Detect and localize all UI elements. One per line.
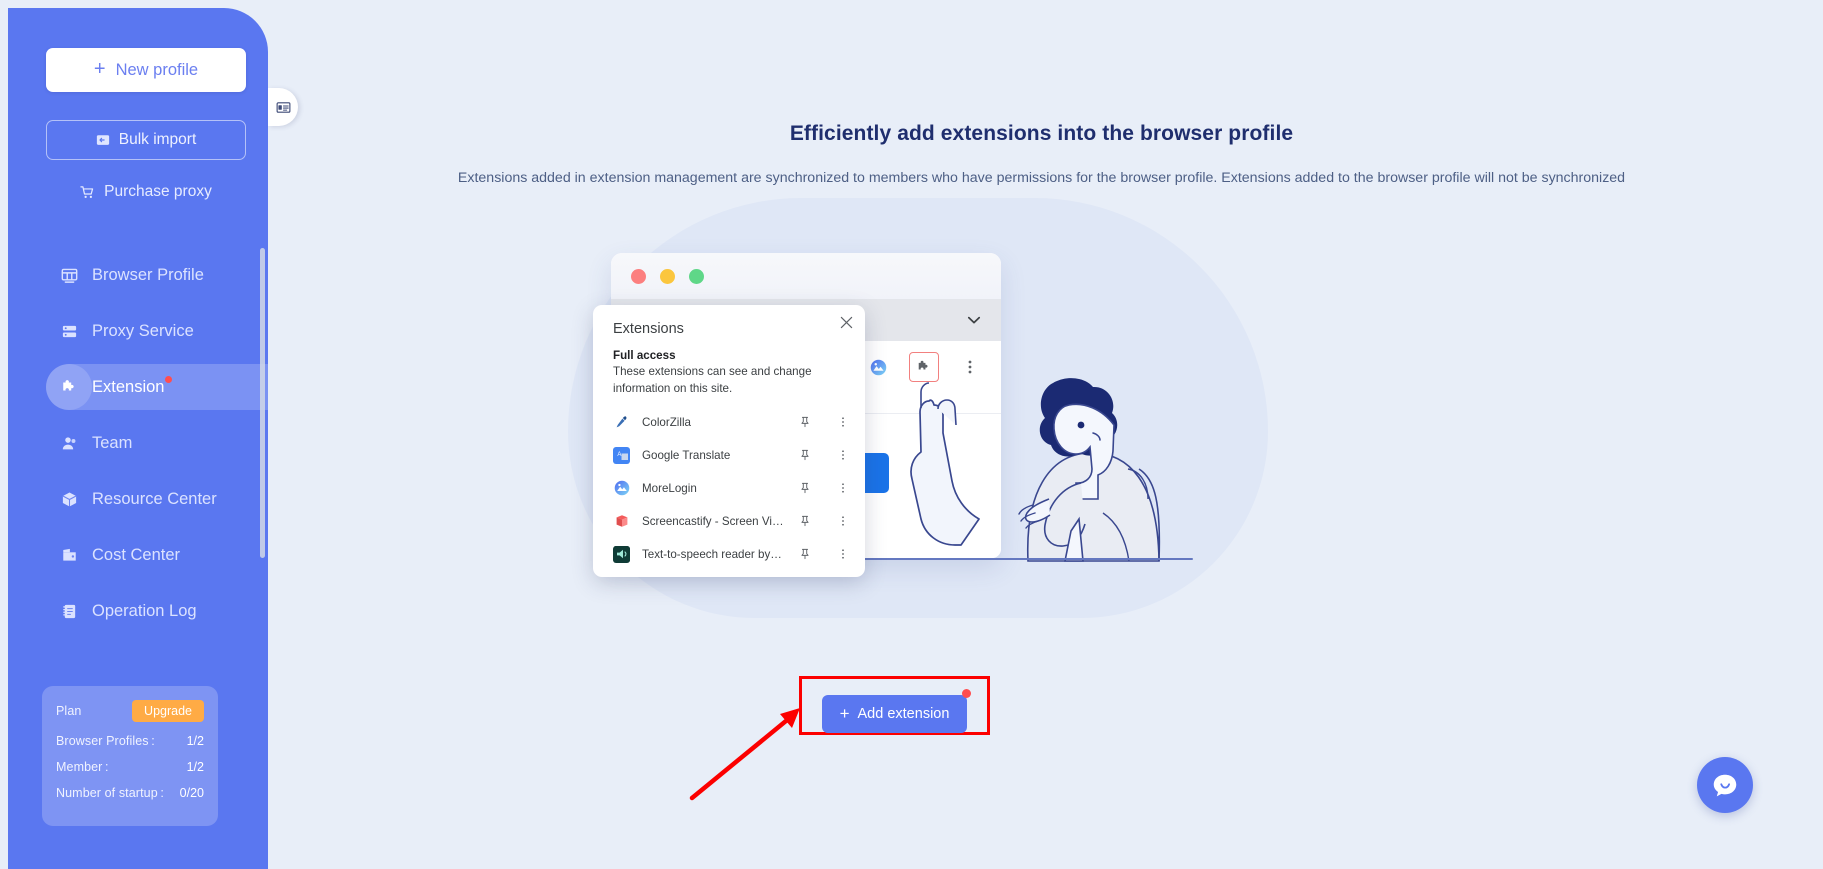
cube-icon: [46, 491, 92, 508]
extensions-popup-title: Extensions: [613, 321, 684, 337]
browser-titlebar: [611, 253, 1001, 299]
list-item[interactable]: A Google Translate: [593, 439, 865, 472]
chevron-down-icon[interactable]: [965, 311, 983, 329]
plan-row-browser-profiles: Browser Profiles : 1/2: [56, 734, 204, 748]
list-item[interactable]: ColorZilla: [593, 406, 865, 439]
pin-icon[interactable]: [797, 449, 813, 461]
upgrade-button[interactable]: Upgrade: [132, 700, 204, 723]
wallet-icon: [46, 547, 92, 564]
proxy-service-icon: [46, 323, 92, 340]
colorzilla-icon: [613, 414, 630, 431]
sidebar-item-label: Team: [92, 433, 133, 452]
new-profile-button[interactable]: + New profile: [46, 48, 246, 92]
sidebar-item-proxy-service[interactable]: Proxy Service: [46, 308, 230, 354]
pin-icon[interactable]: [797, 515, 813, 527]
purchase-proxy-label: Purchase proxy: [104, 183, 212, 200]
bulk-import-button[interactable]: Bulk import: [46, 120, 246, 160]
full-access-description: These extensions can see and change info…: [613, 365, 812, 395]
cart-icon: [80, 185, 95, 200]
more-vertical-icon[interactable]: [835, 416, 851, 428]
sidebar-item-label: Resource Center: [92, 489, 217, 508]
sidebar-nav: Browser Profile Proxy Service Extension …: [8, 252, 268, 644]
collapse-panel-icon: [276, 100, 291, 115]
plus-icon: +: [93, 58, 106, 80]
log-icon: [46, 603, 92, 620]
plan-key: Number of startup :: [56, 786, 164, 801]
pin-icon[interactable]: [797, 482, 813, 494]
browser-profile-icon: [46, 267, 92, 284]
list-item[interactable]: Text-to-speech reader by Re...: [593, 538, 865, 571]
plus-icon: +: [839, 703, 850, 723]
plan-value: 1/2: [186, 760, 204, 775]
page-subtitle: Extensions added in extension management…: [457, 170, 1626, 186]
more-vertical-icon[interactable]: [835, 449, 851, 461]
plan-row-number-of-startup: Number of startup : 0/20: [56, 786, 204, 800]
notification-dot: [165, 375, 173, 383]
extension-name: Text-to-speech reader by Re...: [642, 547, 785, 561]
sidebar-item-team[interactable]: Team: [46, 420, 230, 466]
plan-label: Plan: [56, 704, 82, 719]
google-translate-icon: A: [613, 446, 630, 464]
plan-key: Browser Profiles :: [56, 734, 155, 749]
plan-summary-box: Plan Upgrade Browser Profiles : 1/2 Memb…: [42, 686, 218, 826]
traffic-light-close[interactable]: [631, 268, 646, 284]
chat-widget-button[interactable]: [1697, 757, 1753, 813]
text-to-speech-icon: [613, 545, 630, 563]
pin-icon[interactable]: [797, 416, 813, 428]
extension-name: Screencastify - Screen Video...: [642, 514, 785, 528]
sidebar-item-label: Proxy Service: [92, 321, 194, 340]
plan-key: Member :: [56, 760, 109, 775]
plan-value: 0/20: [179, 786, 204, 801]
more-vertical-icon[interactable]: [835, 548, 851, 560]
chat-bubble-icon: [1710, 770, 1740, 800]
plan-value: 1/2: [186, 734, 204, 749]
morelogin-icon[interactable]: [863, 352, 893, 382]
sidebar-item-label: Cost Center: [92, 545, 181, 564]
add-extension-notification-dot: [962, 689, 971, 698]
bulk-import-label: Bulk import: [118, 131, 197, 148]
extension-illustration: Sign in Extensions Full access These ext…: [593, 233, 1253, 653]
sidebar-item-resource-center[interactable]: Resource Center: [46, 476, 230, 522]
more-vertical-icon[interactable]: [835, 515, 851, 527]
extension-name: Google Translate: [642, 448, 731, 462]
sidebar-scrollbar-thumb[interactable]: [260, 248, 265, 558]
plan-row-plan: Plan Upgrade: [56, 700, 204, 723]
list-item[interactable]: MoreLogin: [593, 472, 865, 505]
svg-text:A: A: [617, 452, 621, 458]
puzzle-icon: [46, 364, 92, 410]
add-extension-button[interactable]: + Add extension: [822, 695, 967, 733]
sidebar-item-label: Browser Profile: [92, 265, 204, 284]
purchase-proxy-button[interactable]: Purchase proxy: [46, 178, 246, 206]
full-access-heading: Full access: [613, 349, 676, 362]
pin-icon[interactable]: [797, 548, 813, 560]
main-content: Efficiently add extensions into the brow…: [268, 8, 1815, 869]
list-item[interactable]: Screencastify - Screen Video...: [593, 505, 865, 538]
sidebar-item-extension[interactable]: Extension: [46, 364, 268, 410]
add-extension-label: Add extension: [857, 706, 950, 722]
new-profile-label: New profile: [115, 60, 199, 79]
import-icon: [96, 133, 110, 147]
app-root: + New profile Bulk import Purchase proxy…: [0, 0, 1823, 869]
plan-row-member: Member : 1/2: [56, 760, 204, 774]
traffic-light-minimize[interactable]: [660, 268, 675, 284]
extension-name: ColorZilla: [642, 415, 691, 429]
sidebar-item-operation-log[interactable]: Operation Log: [46, 588, 230, 634]
sidebar: + New profile Bulk import Purchase proxy…: [8, 8, 268, 869]
extensions-popup: Extensions Full access These extensions …: [593, 305, 865, 577]
more-vertical-icon[interactable]: [835, 482, 851, 494]
team-icon: [46, 435, 92, 452]
extension-name: MoreLogin: [642, 481, 697, 495]
sidebar-item-label: Extension: [92, 375, 173, 397]
close-icon[interactable]: [840, 316, 853, 329]
sidebar-item-browser-profile[interactable]: Browser Profile: [46, 252, 230, 298]
sidebar-item-label: Operation Log: [92, 601, 197, 620]
page-title: Efficiently add extensions into the brow…: [789, 122, 1294, 145]
sidebar-item-cost-center[interactable]: Cost Center: [46, 532, 230, 578]
morelogin-icon: [613, 480, 630, 497]
screencastify-icon: [613, 513, 630, 530]
pointing-hand-illustration: [910, 382, 980, 546]
traffic-light-maximize[interactable]: [689, 268, 704, 284]
